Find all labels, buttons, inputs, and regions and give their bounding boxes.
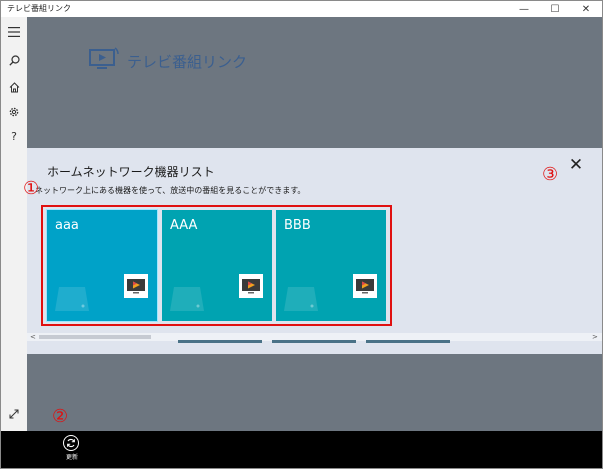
tile-shadow — [272, 340, 356, 343]
refresh-label: 更新 — [65, 454, 78, 461]
minimize-button[interactable]: — — [510, 1, 538, 17]
title-bar: テレビ番組リンク — ☐ ✕ — [1, 1, 602, 17]
help-icon[interactable]: ? — [5, 127, 23, 145]
tile-shadow — [366, 340, 450, 343]
home-icon[interactable] — [5, 78, 23, 96]
device-name: BBB — [284, 218, 311, 233]
refresh-icon — [67, 438, 75, 448]
maximize-button[interactable]: ☐ — [541, 1, 569, 17]
window-title: テレビ番組リンク — [7, 4, 71, 13]
sidebar: ? — [1, 17, 27, 445]
storage-device-icon — [170, 287, 204, 315]
device-name: AAA — [170, 218, 198, 233]
scroll-right-arrow[interactable]: > — [592, 333, 598, 341]
annotation-marker-2: ② — [52, 406, 69, 427]
tv-player-icon — [124, 274, 148, 298]
search-icon[interactable] — [5, 51, 23, 69]
device-tile[interactable]: AAA — [162, 210, 272, 321]
tile-shadow — [178, 340, 262, 343]
command-bar — [1, 431, 602, 468]
storage-device-icon — [284, 287, 318, 315]
expand-icon[interactable] — [5, 405, 23, 423]
panel-title: ホームネットワーク機器リスト — [47, 165, 215, 179]
hamburger-icon[interactable] — [5, 23, 23, 41]
tv-player-icon — [239, 274, 263, 298]
device-tile[interactable]: BBB — [276, 210, 386, 321]
tv-logo-icon — [89, 47, 119, 75]
close-window-button[interactable]: ✕ — [572, 1, 600, 17]
storage-device-icon — [55, 287, 89, 315]
annotation-marker-3: ③ — [542, 164, 559, 185]
scrollbar-thumb[interactable] — [39, 335, 151, 339]
main-area: テレビ番組リンク ホームネットワーク機器リスト ネットワーク上にある機器を使って… — [27, 17, 602, 431]
device-tile[interactable]: aaa — [46, 209, 158, 322]
app-name: テレビ番組リンク — [127, 52, 248, 71]
app-logo: テレビ番組リンク — [89, 47, 247, 75]
gear-icon[interactable] — [5, 103, 23, 121]
annotation-marker-1: ① — [23, 178, 40, 199]
tv-player-icon — [353, 274, 377, 298]
close-panel-button[interactable]: ✕ — [567, 156, 585, 174]
refresh-button[interactable] — [63, 435, 79, 451]
panel-description: ネットワーク上にある機器を使って、放送中の番組を見ることができます。 — [35, 186, 306, 195]
device-name: aaa — [55, 218, 79, 233]
device-list-panel: ホームネットワーク機器リスト ネットワーク上にある機器を使って、放送中の番組を見… — [27, 148, 602, 354]
app-window: テレビ番組リンク — ☐ ✕ ? テレビ番組リンク ホームネットワーク機器リスト… — [0, 0, 603, 469]
scroll-left-arrow[interactable]: < — [30, 333, 36, 341]
